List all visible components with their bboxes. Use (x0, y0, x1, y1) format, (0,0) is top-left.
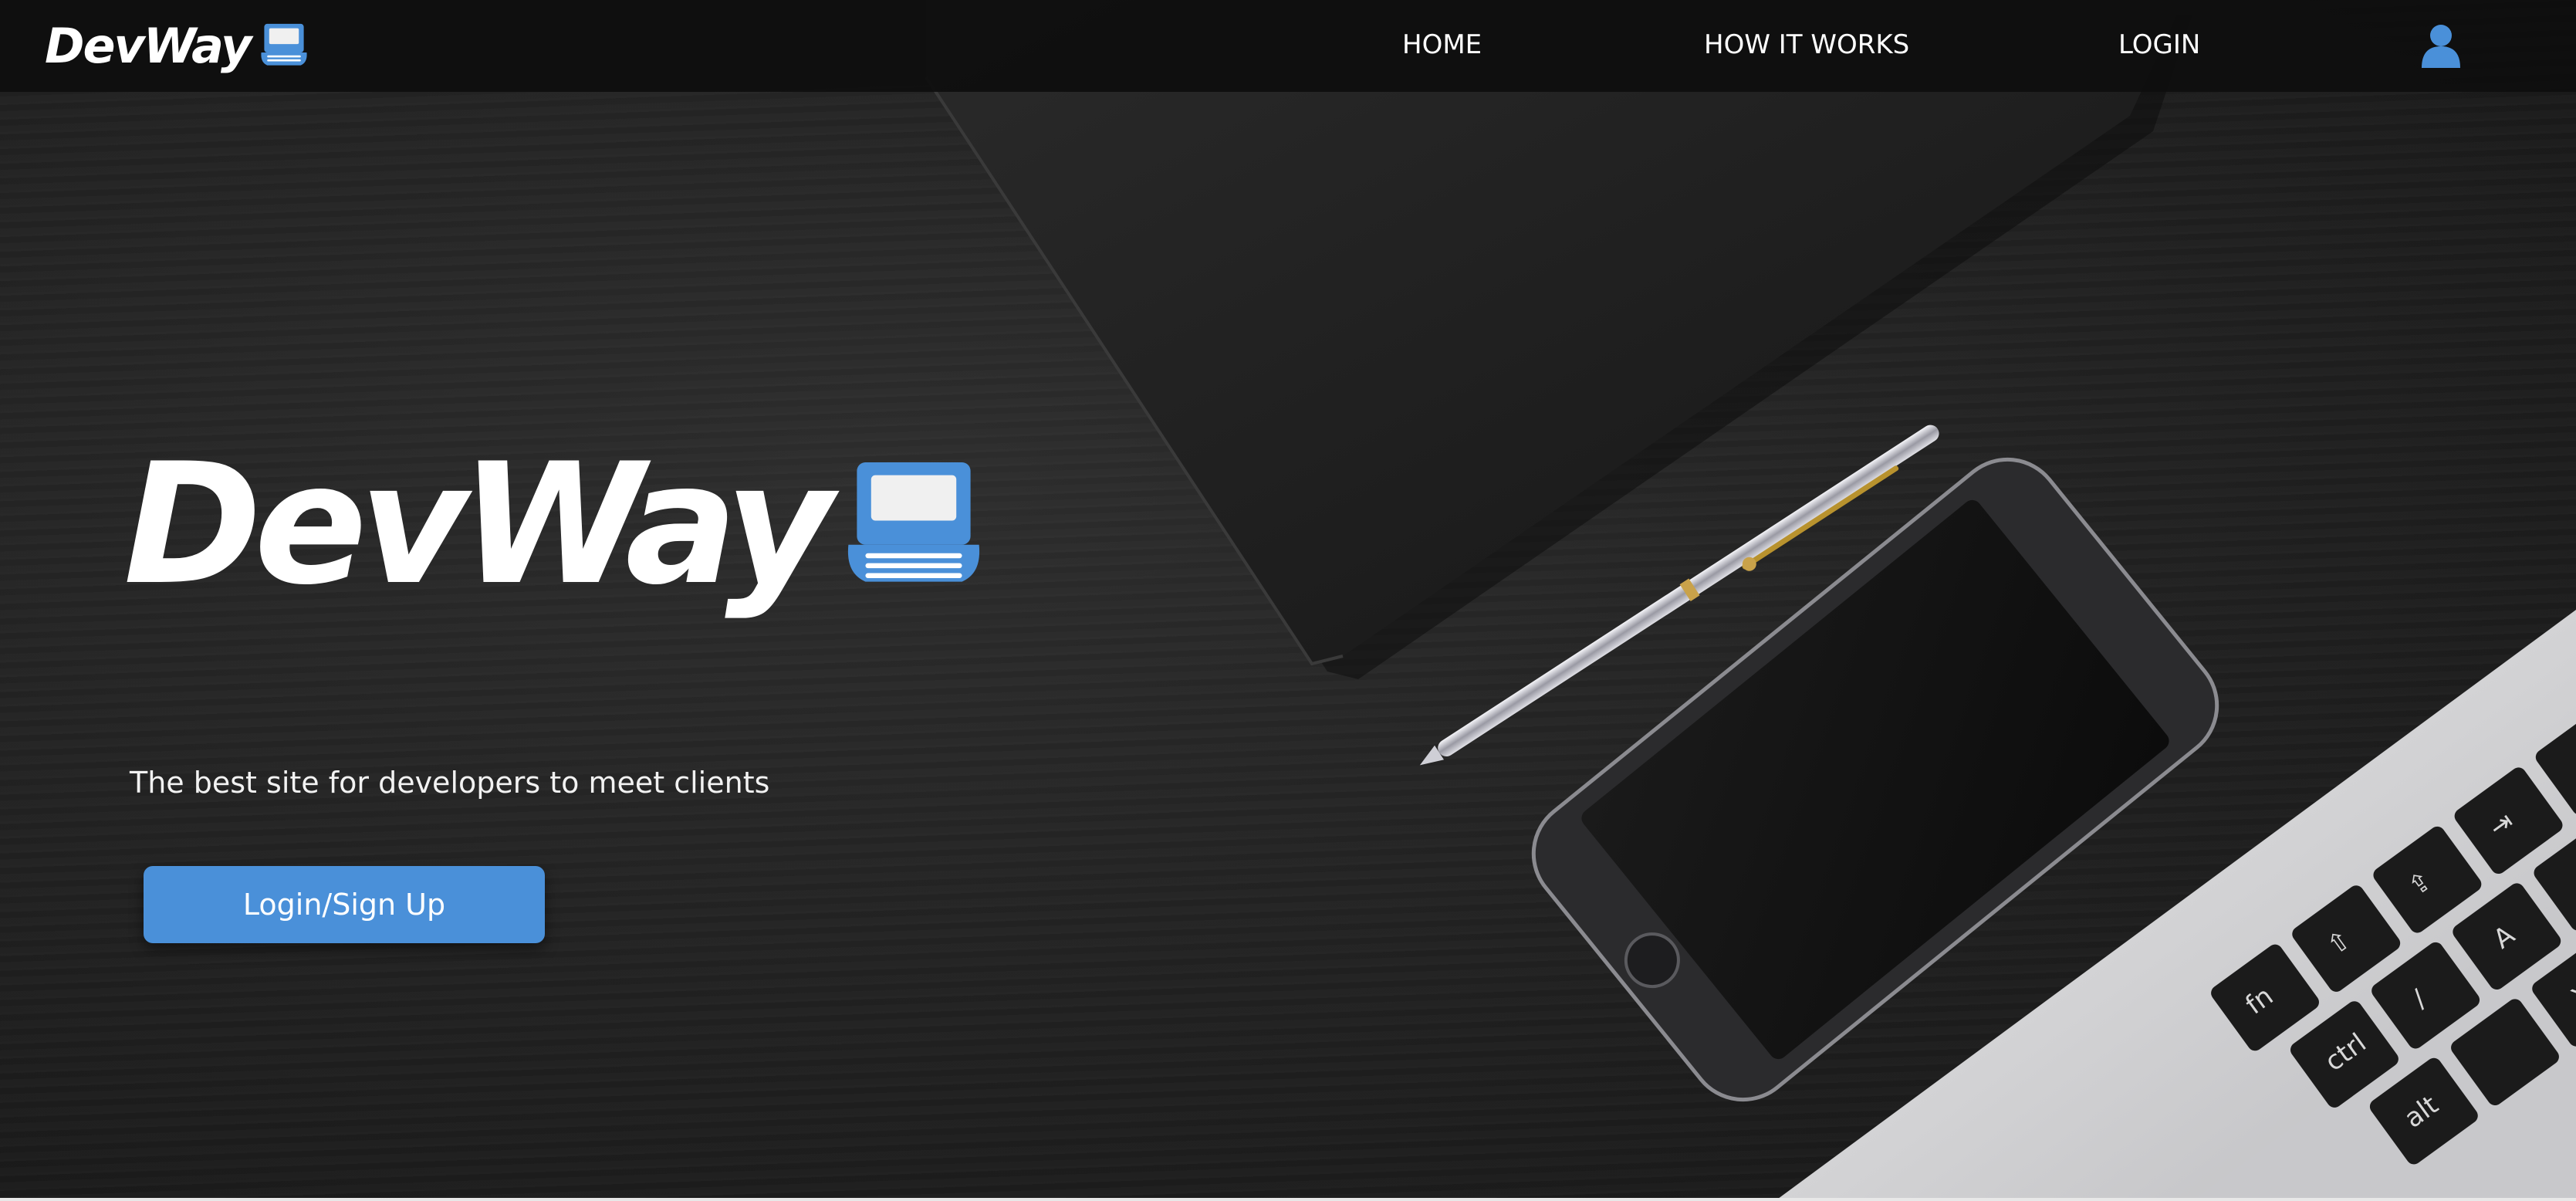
user-icon[interactable] (2420, 23, 2462, 68)
laptop-icon (261, 23, 308, 66)
hero-logo: DevWay (123, 432, 985, 617)
laptop-icon (848, 462, 980, 582)
nav-login-link[interactable]: LOGIN (2118, 29, 2200, 60)
landing-page: fn ⇧ ⇪ ⇥ ctrl / A alt Y DevWay (0, 0, 2576, 1201)
nav-logo-text: DevWay (45, 17, 252, 74)
page-bottom-edge (0, 1198, 2576, 1201)
hero-logo-text: DevWay (123, 428, 833, 621)
nav-how-it-works-link[interactable]: HOW IT WORKS (1704, 29, 1909, 60)
nav-logo[interactable]: DevWay (45, 11, 309, 80)
hero-tagline: The best site for developers to meet cli… (130, 766, 770, 800)
navbar: DevWay HOME HOW IT WORKS LOGIN (0, 0, 2576, 92)
nav-home-link[interactable]: HOME (1402, 29, 1482, 60)
login-signup-button[interactable]: Login/Sign Up (144, 866, 545, 943)
